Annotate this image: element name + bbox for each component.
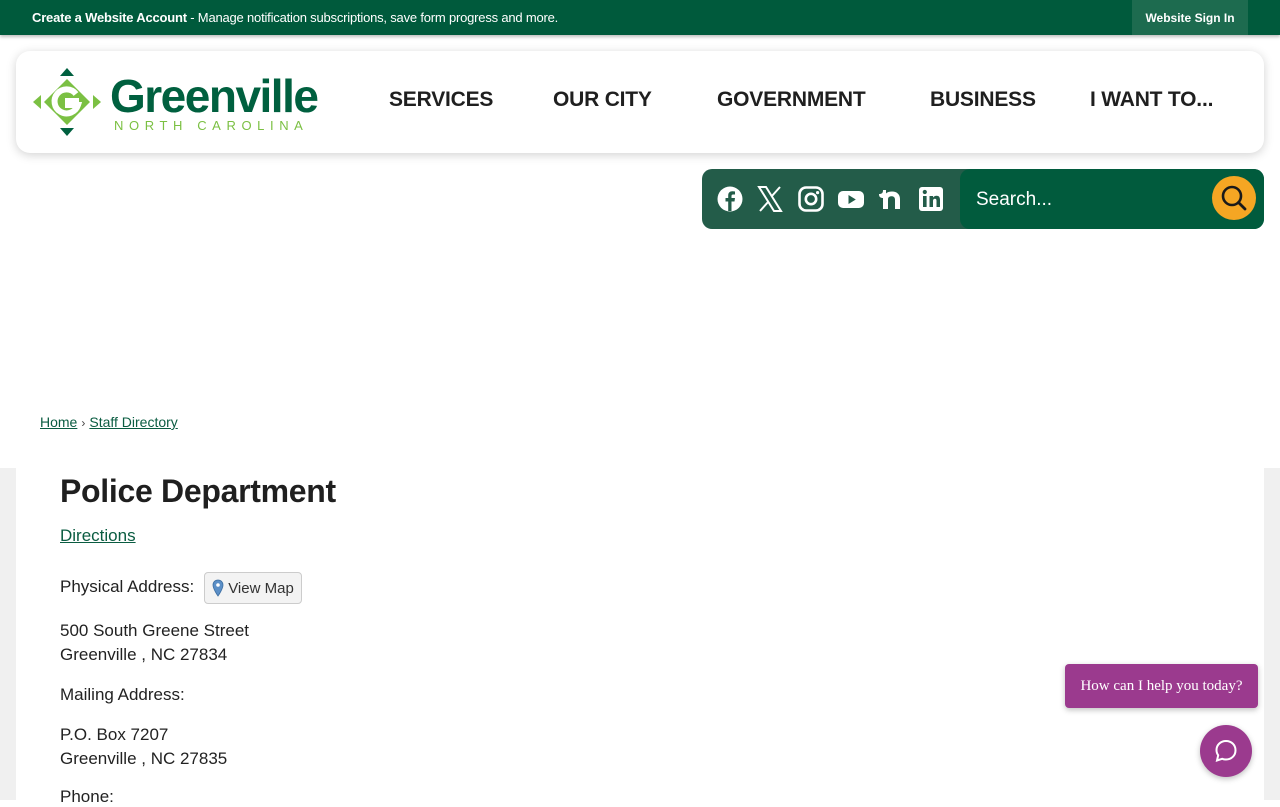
logo-subtitle: NORTH CAROLINA (114, 118, 309, 133)
create-account-link[interactable]: Create a Website Account (32, 10, 187, 25)
main-content: Police Department Directions Physical Ad… (16, 468, 1264, 806)
mailing-address-label: Mailing Address: (60, 685, 185, 704)
phone-label: Phone: (60, 787, 114, 806)
breadcrumb-home[interactable]: Home (40, 414, 77, 430)
chat-open-button[interactable] (1200, 725, 1252, 777)
search-button[interactable] (1212, 176, 1256, 220)
nav-our-city[interactable]: OUR CITY (553, 88, 652, 112)
notification-message: Create a Website Account - Manage notifi… (32, 10, 558, 25)
logo-wordmark: Greenville (110, 70, 319, 122)
youtube-icon[interactable] (837, 184, 865, 214)
greenville-logo[interactable]: Greenville NORTH CAROLINA (32, 67, 332, 137)
chat-prompt-bubble[interactable]: How can I help you today? (1065, 664, 1258, 708)
mailing-city: Greenville , NC 27835 (60, 749, 228, 768)
search-icon (1221, 185, 1247, 211)
facebook-icon[interactable] (716, 184, 744, 214)
social-search-bar (702, 169, 1264, 229)
instagram-icon[interactable] (797, 184, 825, 214)
linkedin-icon[interactable] (917, 184, 945, 214)
nav-business[interactable]: BUSINESS (930, 88, 1036, 112)
physical-address-label: Physical Address: (60, 577, 195, 596)
page-title: Police Department (60, 473, 336, 509)
nav-i-want-to[interactable]: I WANT TO... (1090, 88, 1213, 112)
notification-bar: Create a Website Account - Manage notifi… (0, 0, 1280, 35)
directions-link[interactable]: Directions (60, 526, 136, 546)
nav-services[interactable]: SERVICES (389, 88, 493, 112)
nav-government[interactable]: GOVERNMENT (717, 88, 866, 112)
mailing-street: P.O. Box 7207 (60, 725, 169, 744)
view-map-label: View Map (228, 579, 294, 597)
x-twitter-icon[interactable] (756, 184, 784, 214)
site-header: Greenville NORTH CAROLINA SERVICES OUR C… (16, 51, 1264, 153)
physical-city: Greenville , NC 27834 (60, 645, 228, 664)
breadcrumb-separator: › (81, 416, 86, 430)
breadcrumb-staff-directory[interactable]: Staff Directory (89, 414, 177, 430)
breadcrumb: Home › Staff Directory (40, 414, 178, 430)
view-map-button[interactable]: View Map (204, 572, 302, 604)
search-box (960, 169, 1264, 229)
physical-street: 500 South Greene Street (60, 621, 250, 640)
map-pin-icon (212, 579, 224, 597)
website-sign-in-button[interactable]: Website Sign In (1132, 0, 1248, 35)
search-input[interactable] (974, 183, 1208, 217)
greenville-g-logo-icon (33, 68, 101, 136)
chat-bubble-icon (1215, 739, 1237, 762)
nextdoor-icon[interactable] (877, 184, 905, 214)
notification-text: - Manage notification subscriptions, sav… (186, 10, 559, 25)
